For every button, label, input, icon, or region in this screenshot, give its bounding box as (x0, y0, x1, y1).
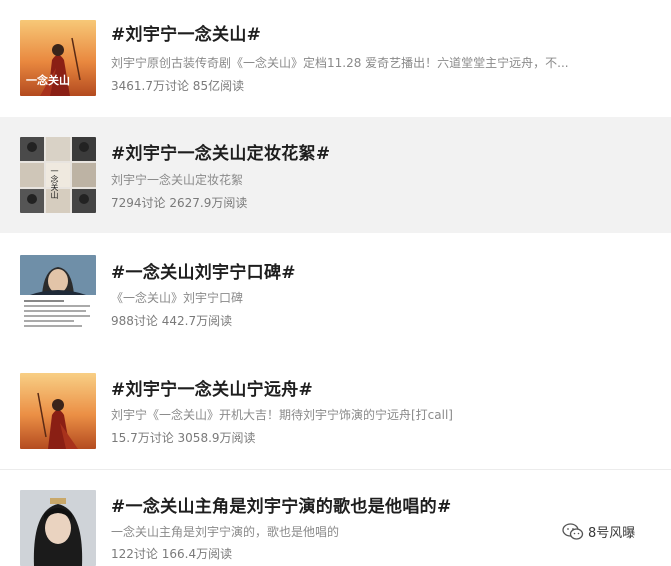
topic-item[interactable]: 一念关山 #刘宇宁一念关山# 刘宇宁原创古装传奇剧《一念关山》定档11.28 爱… (0, 0, 671, 116)
topic-item[interactable]: #一念关山刘宇宁口碑# 《一念关山》刘宇宁口碑 988讨论 442.7万阅读 (0, 234, 671, 350)
watermark: 8号风曝 (562, 522, 635, 541)
wechat-icon (562, 522, 584, 541)
topic-stats: 15.7万讨论 3058.9万阅读 (111, 431, 256, 445)
poster-logo-text: 一念关山 (26, 74, 70, 87)
poster-logo-text: 一念关山 (50, 167, 59, 199)
topic-description: 刘宇宁《一念关山》开机大吉！期待刘宇宁饰演的宁远舟[打call] (111, 408, 453, 422)
topic-stats: 988讨论 442.7万阅读 (111, 314, 233, 328)
topic-title[interactable]: #刘宇宁一念关山# (111, 20, 261, 45)
actor-portrait-image (20, 490, 96, 566)
portrait-thumbnail[interactable] (20, 255, 96, 331)
topic-stats: 122讨论 166.4万阅读 (111, 547, 233, 561)
topic-description: 《一念关山》刘宇宁口碑 (111, 291, 244, 305)
topic-item[interactable]: 一念关山 #刘宇宁一念关山定妆花絮# 刘宇宁一念关山定妆花絮 7294讨论 26… (0, 117, 671, 233)
watermark-text: 8号风曝 (588, 526, 636, 541)
topic-stats: 3461.7万讨论 85亿阅读 (111, 79, 245, 93)
topic-title[interactable]: #一念关山主角是刘宇宁演的歌也是他唱的# (111, 492, 452, 517)
topic-title[interactable]: #刘宇宁一念关山宁远舟# (111, 375, 313, 400)
topic-stats: 7294讨论 2627.9万阅读 (111, 196, 248, 210)
topic-item[interactable]: #一念关山主角是刘宇宁演的歌也是他唱的# 一念关山主角是刘宇宁演的，歌也是他唱的… (0, 470, 671, 566)
poster-thumbnail[interactable] (20, 373, 96, 449)
topic-item[interactable]: #刘宇宁一念关山宁远舟# 刘宇宁《一念关山》开机大吉！期待刘宇宁饰演的宁远舟[打… (0, 352, 671, 468)
topic-description: 刘宇宁一念关山定妆花絮 (111, 173, 244, 187)
collage-thumbnail[interactable]: 一念关山 (20, 137, 96, 213)
portrait-text-post-image (20, 255, 96, 331)
topic-description: 一念关山主角是刘宇宁演的，歌也是他唱的 (111, 525, 340, 539)
topic-title[interactable]: #一念关山刘宇宁口碑# (111, 258, 296, 283)
topic-description: 刘宇宁原创古装传奇剧《一念关山》定档11.28 爱奇艺播出！六道堂堂主宁远舟，不… (111, 56, 569, 70)
poster-thumbnail[interactable]: 一念关山 (20, 20, 96, 96)
portrait-thumbnail[interactable] (20, 490, 96, 566)
poster-red-warrior-image (20, 373, 96, 449)
topic-title[interactable]: #刘宇宁一念关山定妆花絮# (111, 139, 330, 164)
